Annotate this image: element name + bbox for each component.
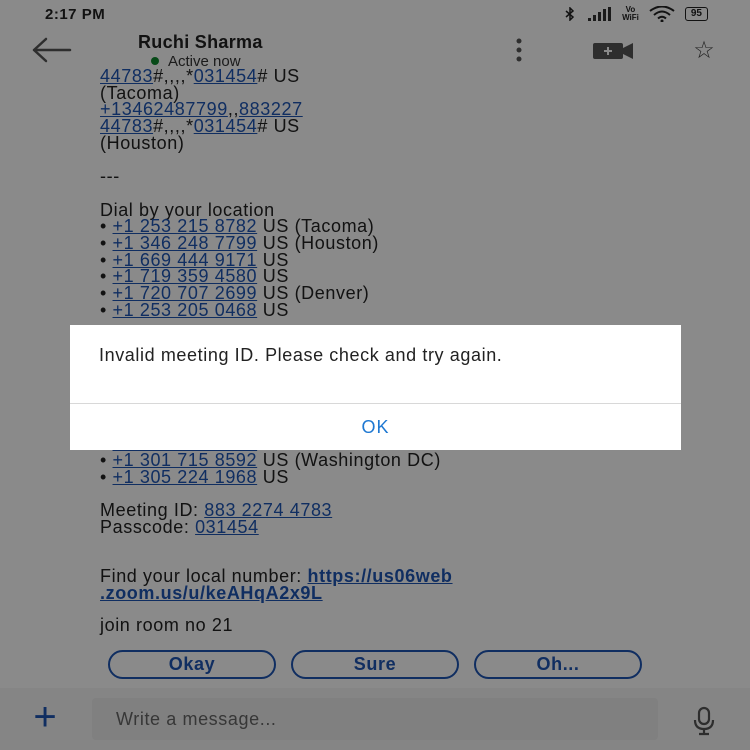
- ok-button[interactable]: OK: [70, 404, 681, 450]
- error-dialog: Invalid meeting ID. Please check and try…: [70, 325, 681, 450]
- chat-screen: 2:17 PM Vo WiFi 95 Ruchi Sharma Active n…: [0, 0, 750, 750]
- dialog-message: Invalid meeting ID. Please check and try…: [99, 345, 503, 365]
